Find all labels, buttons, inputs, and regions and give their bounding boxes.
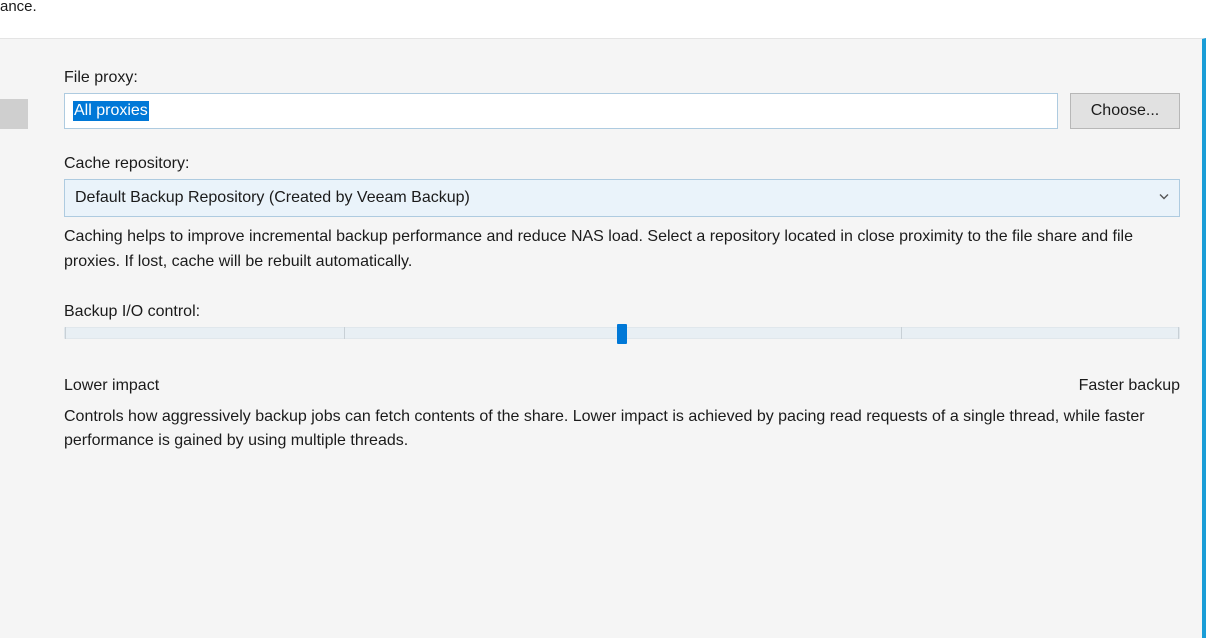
io-control-min-label: Lower impact bbox=[64, 377, 159, 395]
io-control-slider[interactable] bbox=[64, 327, 1180, 339]
io-control-range-labels: Lower impact Faster backup bbox=[64, 377, 1180, 395]
file-proxy-row: All proxies Choose... bbox=[64, 93, 1180, 129]
truncated-header-text: ance. bbox=[0, 0, 37, 15]
io-control-slider-wrap bbox=[64, 327, 1180, 339]
cache-repo-label: Cache repository: bbox=[64, 155, 1180, 173]
file-proxy-input[interactable]: All proxies bbox=[64, 93, 1058, 129]
file-proxy-value: All proxies bbox=[73, 101, 149, 121]
cache-repo-selected: Default Backup Repository (Created by Ve… bbox=[75, 189, 470, 207]
processing-settings-panel: File proxy: All proxies Choose... Cache … bbox=[0, 38, 1206, 638]
choose-proxy-button[interactable]: Choose... bbox=[1070, 93, 1180, 129]
cache-repo-help: Caching helps to improve incremental bac… bbox=[64, 225, 1164, 275]
left-nav-stub bbox=[0, 99, 28, 129]
file-proxy-label: File proxy: bbox=[64, 69, 1180, 87]
io-control-label: Backup I/O control: bbox=[64, 303, 1180, 321]
io-control-max-label: Faster backup bbox=[1079, 377, 1180, 395]
io-control-help: Controls how aggressively backup jobs ca… bbox=[64, 405, 1164, 455]
io-control-slider-thumb[interactable] bbox=[617, 324, 627, 344]
cache-repo-select-wrap: Default Backup Repository (Created by Ve… bbox=[64, 179, 1180, 217]
cache-repo-select[interactable]: Default Backup Repository (Created by Ve… bbox=[64, 179, 1180, 217]
